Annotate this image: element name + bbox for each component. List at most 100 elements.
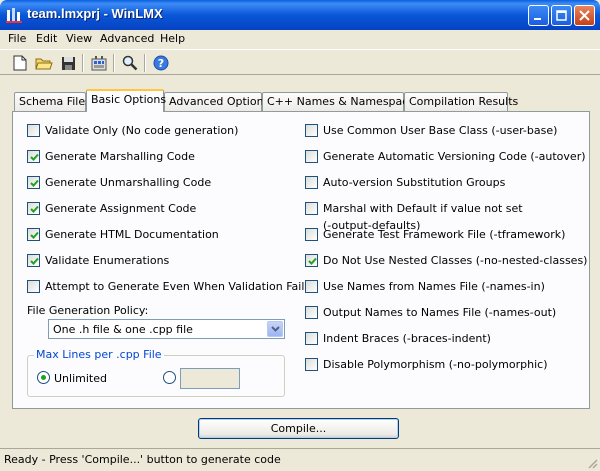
option-checkbox[interactable]: Use Names from Names File (-names-in)	[305, 280, 545, 294]
checkbox-unchecked-icon[interactable]	[27, 280, 40, 293]
tab-compilation-results[interactable]: Compilation Results	[404, 92, 518, 111]
checkbox-checked-icon[interactable]	[27, 254, 40, 267]
menu-help[interactable]: Help	[160, 32, 185, 45]
checkbox-checked-icon[interactable]	[27, 176, 40, 189]
option-label-line: Indent Braces (-braces-indent)	[323, 332, 491, 345]
option-label: Disable Polymorphism (-no-polymorphic)	[323, 358, 548, 372]
option-label: Generate Unmarshalling Code	[45, 176, 211, 190]
option-label: Generate Automatic Versioning Code (-aut…	[323, 150, 586, 164]
help-button[interactable]: ?	[151, 53, 171, 73]
custom-lines-radio[interactable]	[163, 371, 176, 384]
status-text: Ready - Press 'Compile...' button to gen…	[4, 453, 281, 466]
help-icon: ?	[153, 55, 169, 71]
chevron-down-icon[interactable]	[267, 321, 283, 337]
option-checkbox[interactable]: Indent Braces (-braces-indent)	[305, 332, 491, 346]
option-label: Validate Only (No code generation)	[45, 124, 238, 138]
close-icon	[579, 10, 590, 21]
open-button[interactable]	[34, 53, 54, 73]
checkbox-checked-icon[interactable]	[27, 202, 40, 215]
tab-advanced-options[interactable]: Advanced Options	[164, 92, 269, 111]
option-label: Indent Braces (-braces-indent)	[323, 332, 491, 346]
minimize-icon	[534, 18, 541, 20]
minimize-button[interactable]	[528, 5, 549, 26]
option-label-line: Output Names to Names File (-names-out)	[323, 306, 557, 319]
checkbox-checked-icon[interactable]	[27, 228, 40, 241]
app-icon	[6, 8, 22, 23]
option-label: Generate HTML Documentation	[45, 228, 219, 242]
checkbox-unchecked-icon[interactable]	[305, 124, 318, 137]
option-checkbox[interactable]: Output Names to Names File (-names-out)	[305, 306, 556, 320]
title-bar[interactable]: team.lmxprj - WinLMX	[0, 0, 600, 30]
checkbox-unchecked-icon[interactable]	[305, 202, 318, 215]
option-checkbox[interactable]: Use Common User Base Class (-user-base)	[305, 124, 557, 138]
file-policy-label: File Generation Policy:	[27, 304, 149, 317]
option-checkbox[interactable]: Validate Enumerations	[27, 254, 169, 268]
menu-view[interactable]: View	[66, 32, 92, 45]
option-label: Generate Marshalling Code	[45, 150, 195, 164]
menu-file[interactable]: File	[8, 32, 26, 45]
option-checkbox[interactable]: Generate Assignment Code	[27, 202, 196, 216]
option-checkbox[interactable]: Validate Only (No code generation)	[27, 124, 238, 138]
checkbox-unchecked-icon[interactable]	[305, 176, 318, 189]
resize-grip-icon[interactable]	[586, 457, 598, 469]
option-label-line: Generate Assignment Code	[45, 202, 197, 215]
new-button[interactable]	[10, 53, 30, 73]
find-icon	[122, 55, 138, 71]
checkbox-checked-icon[interactable]	[27, 150, 40, 163]
unlimited-radio[interactable]	[37, 371, 50, 384]
checkbox-unchecked-icon[interactable]	[27, 124, 40, 137]
checkbox-unchecked-icon[interactable]	[305, 332, 318, 345]
compile-button[interactable]: Compile...	[198, 418, 399, 439]
toolbar-separator	[144, 54, 146, 72]
build-button[interactable]	[89, 53, 109, 73]
option-checkbox[interactable]: Generate Marshalling Code	[27, 150, 195, 164]
checkbox-unchecked-icon[interactable]	[305, 150, 318, 163]
option-label-line: Use Common User Base Class (-user-base)	[323, 124, 558, 137]
option-label-line: Use Names from Names File (-names-in)	[323, 280, 545, 293]
option-checkbox[interactable]: Generate Automatic Versioning Code (-aut…	[305, 150, 586, 164]
option-label-line: Auto-version Substitution Groups	[323, 176, 506, 189]
svg-text:?: ?	[158, 57, 164, 70]
option-checkbox[interactable]: Do Not Use Nested Classes (-no-nested-cl…	[305, 254, 587, 268]
save-button[interactable]	[58, 53, 78, 73]
window-title: team.lmxprj - WinLMX	[27, 6, 163, 21]
new-icon	[13, 55, 27, 71]
option-checkbox[interactable]: Attempt to Generate Even When Validation…	[27, 280, 310, 294]
tab-schema-files[interactable]: Schema Files	[14, 92, 91, 111]
unlimited-label: Unlimited	[54, 372, 107, 385]
checkbox-unchecked-icon[interactable]	[305, 228, 318, 241]
option-checkbox[interactable]: Auto-version Substitution Groups	[305, 176, 505, 190]
option-label-line: Attempt to Generate Even When Validation…	[45, 280, 311, 293]
option-checkbox[interactable]: Generate Test Framework File (-tframewor…	[305, 228, 565, 242]
max-lines-group-title: Max Lines per .cpp File	[34, 348, 164, 361]
checkbox-unchecked-icon[interactable]	[305, 280, 318, 293]
option-label-line: Validate Enumerations	[45, 254, 170, 267]
menu-advanced[interactable]: Advanced	[100, 32, 154, 45]
find-button[interactable]	[120, 53, 140, 73]
option-label-line: Generate Test Framework File (-tframewor…	[323, 228, 566, 241]
option-checkbox[interactable]: Disable Polymorphism (-no-polymorphic)	[305, 358, 548, 372]
option-label-line: Generate HTML Documentation	[45, 228, 219, 241]
close-button[interactable]	[574, 5, 595, 26]
option-label: Use Common User Base Class (-user-base)	[323, 124, 557, 138]
option-label-line: Do Not Use Nested Classes (-no-nested-cl…	[323, 254, 588, 267]
checkbox-unchecked-icon[interactable]	[305, 358, 318, 371]
option-checkbox[interactable]: Generate Unmarshalling Code	[27, 176, 211, 190]
option-label: Generate Test Framework File (-tframewor…	[323, 228, 565, 242]
option-label-line: Generate Automatic Versioning Code (-aut…	[323, 150, 586, 163]
tab-cpp-names[interactable]: C++ Names & Namespaces	[262, 92, 421, 111]
option-checkbox[interactable]: Generate HTML Documentation	[27, 228, 219, 242]
max-lines-input[interactable]	[180, 368, 240, 389]
maximize-button[interactable]	[551, 5, 572, 26]
file-policy-select[interactable]: One .h file & one .cpp file	[48, 319, 285, 339]
checkbox-checked-icon[interactable]	[305, 254, 318, 267]
open-icon	[35, 58, 53, 69]
option-label: Auto-version Substitution Groups	[323, 176, 505, 190]
menu-edit[interactable]: Edit	[36, 32, 57, 45]
maximize-icon	[556, 10, 567, 21]
option-label: Output Names to Names File (-names-out)	[323, 306, 556, 320]
option-label-line: Disable Polymorphism (-no-polymorphic)	[323, 358, 548, 371]
tab-basic-options[interactable]: Basic Options	[86, 89, 166, 112]
checkbox-unchecked-icon[interactable]	[305, 306, 318, 319]
toolbar-separator	[82, 54, 84, 72]
